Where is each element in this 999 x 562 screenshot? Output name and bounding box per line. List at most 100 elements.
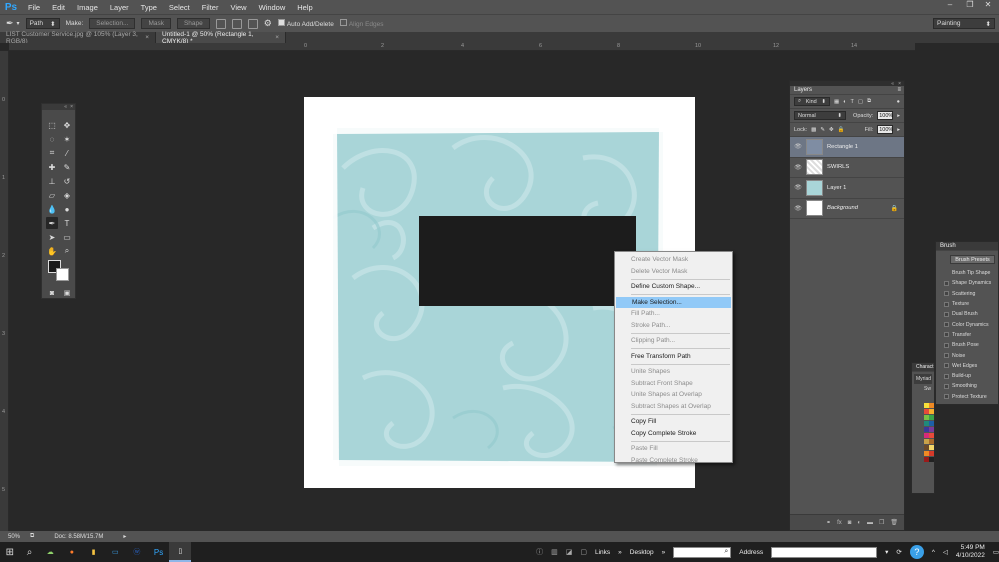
hand-tool-icon[interactable]: ✋ <box>46 245 58 257</box>
menu-layer[interactable]: Layer <box>104 0 135 14</box>
search-icon[interactable]: ⌕ <box>20 542 40 562</box>
swatch[interactable] <box>929 403 934 408</box>
eye-icon[interactable]: 👁 <box>794 184 802 191</box>
folder-icon[interactable]: ▬ <box>867 520 873 526</box>
close-icon[interactable]: × <box>898 81 901 87</box>
swatch[interactable] <box>929 433 934 438</box>
panel-menu-icon[interactable]: ≡ <box>897 87 901 93</box>
path-alignment-icon[interactable] <box>231 18 242 29</box>
restore-button[interactable]: ❐ <box>961 0 979 9</box>
swatch[interactable] <box>929 427 934 432</box>
trash-icon[interactable]: 🗑 <box>890 519 898 526</box>
context-menu-item-free-transform-path[interactable]: Free Transform Path <box>615 351 732 363</box>
close-icon[interactable]: × <box>145 34 149 41</box>
tab-list-customer-service[interactable]: LIST Customer Service.jpg @ 105% (Layer … <box>0 31 156 45</box>
close-button[interactable]: ✕ <box>979 0 997 9</box>
path-arrangement-icon[interactable] <box>247 18 258 29</box>
swatch[interactable] <box>929 409 934 414</box>
layer-name[interactable]: Background <box>827 205 858 211</box>
checkbox-icon[interactable] <box>944 383 949 389</box>
tools-panel-header[interactable]: «× <box>42 104 75 110</box>
context-menu-item-define-custom-shape[interactable]: Define Custom Shape... <box>615 281 732 293</box>
info-icon[interactable]: ⧉ <box>30 533 34 540</box>
brush-tool-icon[interactable]: ✎ <box>61 161 73 173</box>
search-field[interactable]: ⌕ <box>673 546 732 558</box>
volume-icon[interactable]: ◁ <box>943 548 948 556</box>
app-icon-2[interactable]: ▢ <box>580 548 587 556</box>
brush-setting-scattering[interactable]: Scattering <box>936 289 998 299</box>
taskbar-app-photoshop[interactable]: Ps <box>148 542 170 562</box>
close-icon[interactable]: × <box>70 104 73 110</box>
minimize-button[interactable]: – <box>941 0 959 9</box>
screen-mode-icon[interactable]: ▣ <box>61 287 73 299</box>
filter-pixel-icon[interactable]: ▦ <box>834 99 839 105</box>
lock-all-icon[interactable]: 🔒 <box>838 127 845 133</box>
filter-smart-icon[interactable]: ⧉ <box>867 98 871 105</box>
brush-setting-noise[interactable]: Noise <box>936 350 998 360</box>
taskbar-app-explorer[interactable]: ▭ <box>104 542 126 562</box>
filter-adjustment-icon[interactable]: ◐ <box>843 99 846 105</box>
brush-panel-tab[interactable]: Brush <box>936 242 998 251</box>
background-color-swatch[interactable] <box>56 268 69 281</box>
checkbox-icon[interactable] <box>944 342 949 348</box>
chevron-down-icon[interactable]: ▾ <box>885 548 888 556</box>
menu-type[interactable]: Type <box>135 0 163 14</box>
blend-mode-select[interactable]: Normal ⬍ <box>794 111 846 120</box>
brush-setting-protect-texture[interactable]: Protect Texture <box>936 392 998 402</box>
make-shape-button[interactable]: Shape <box>176 18 210 29</box>
make-selection-button[interactable]: Selection... <box>89 18 136 29</box>
chevron-right-icon[interactable]: ▸ <box>897 127 900 133</box>
eye-icon[interactable]: 👁 <box>794 143 802 150</box>
font-family-field[interactable]: Myriad <box>914 374 932 384</box>
brush-setting-build-up[interactable]: Build-up <box>936 371 998 381</box>
tab-untitled-1[interactable]: Untitled-1 @ 50% (Rectangle 1, CMYK/8) *… <box>156 31 286 45</box>
desktop-toolbar[interactable]: Desktop <box>630 549 654 556</box>
blur-tool-icon[interactable]: 💧 <box>46 203 58 215</box>
taskbar-app-firefox[interactable]: ● <box>61 542 83 562</box>
quick-mask-icon[interactable]: ◙ <box>46 287 58 299</box>
filter-kind-select[interactable]: ⌕ Kind ⬍ <box>794 97 830 106</box>
eraser-icon[interactable]: ▱ <box>46 189 58 201</box>
chevron-icon[interactable]: » <box>662 549 666 556</box>
brush-presets-button[interactable]: Brush Presets <box>950 255 995 264</box>
type-tool-icon[interactable]: T <box>61 217 73 229</box>
layer-name[interactable]: SWIRLS <box>827 164 849 170</box>
layer-thumbnail[interactable] <box>806 138 823 155</box>
path-operations-icon[interactable] <box>215 18 226 29</box>
brush-setting-transfer[interactable]: Transfer <box>936 330 998 340</box>
chevron-down-icon[interactable]: ▾ <box>17 20 20 27</box>
fill-input[interactable]: 100% <box>877 125 893 134</box>
checkbox-icon[interactable] <box>944 353 949 359</box>
refresh-icon[interactable]: ⟳ <box>896 548 901 556</box>
close-icon[interactable]: × <box>275 34 279 41</box>
checkbox-icon[interactable] <box>944 363 949 369</box>
checkbox-icon[interactable] <box>944 322 949 328</box>
path-selection-icon[interactable]: ➤ <box>46 231 58 243</box>
swatch[interactable] <box>929 439 934 444</box>
layer-thumbnail[interactable] <box>806 159 823 176</box>
swatches-tab[interactable]: Sw <box>912 386 934 392</box>
chevron-right-icon[interactable]: ▸ <box>123 533 126 540</box>
layer-thumbnail[interactable] <box>806 200 823 217</box>
healing-brush-icon[interactable]: ✚ <box>46 161 58 173</box>
menu-view[interactable]: View <box>224 0 252 14</box>
lock-position-icon[interactable]: ✥ <box>829 127 834 133</box>
auto-add-delete-checkbox[interactable]: Auto Add/Delete <box>277 19 334 28</box>
menu-select[interactable]: Select <box>163 0 196 14</box>
opacity-input[interactable]: 100% <box>877 111 893 120</box>
lasso-tool-icon[interactable]: ◌ <box>46 133 58 145</box>
ruler-vertical[interactable]: 0 1 2 3 4 5 <box>0 51 9 531</box>
layer-row-rectangle-1[interactable]: 👁 Rectangle 1 <box>790 137 904 158</box>
dodge-tool-icon[interactable]: ● <box>61 203 73 215</box>
checkbox-icon[interactable] <box>944 280 949 286</box>
adjustment-icon[interactable]: ◐ <box>857 520 861 526</box>
marquee-tool-icon[interactable]: ⬚ <box>46 119 58 131</box>
layer-row-swirls[interactable]: 👁 SWIRLS <box>790 158 904 178</box>
chevron-right-icon[interactable]: ▸ <box>897 113 900 119</box>
paint-bucket-icon[interactable]: ◈ <box>61 189 73 201</box>
zoom-level[interactable]: 50% <box>8 534 20 540</box>
swatch[interactable] <box>929 457 934 462</box>
brush-setting-wet-edges[interactable]: Wet Edges <box>936 361 998 371</box>
eye-icon[interactable]: 👁 <box>794 164 802 171</box>
menu-image[interactable]: Image <box>71 0 104 14</box>
